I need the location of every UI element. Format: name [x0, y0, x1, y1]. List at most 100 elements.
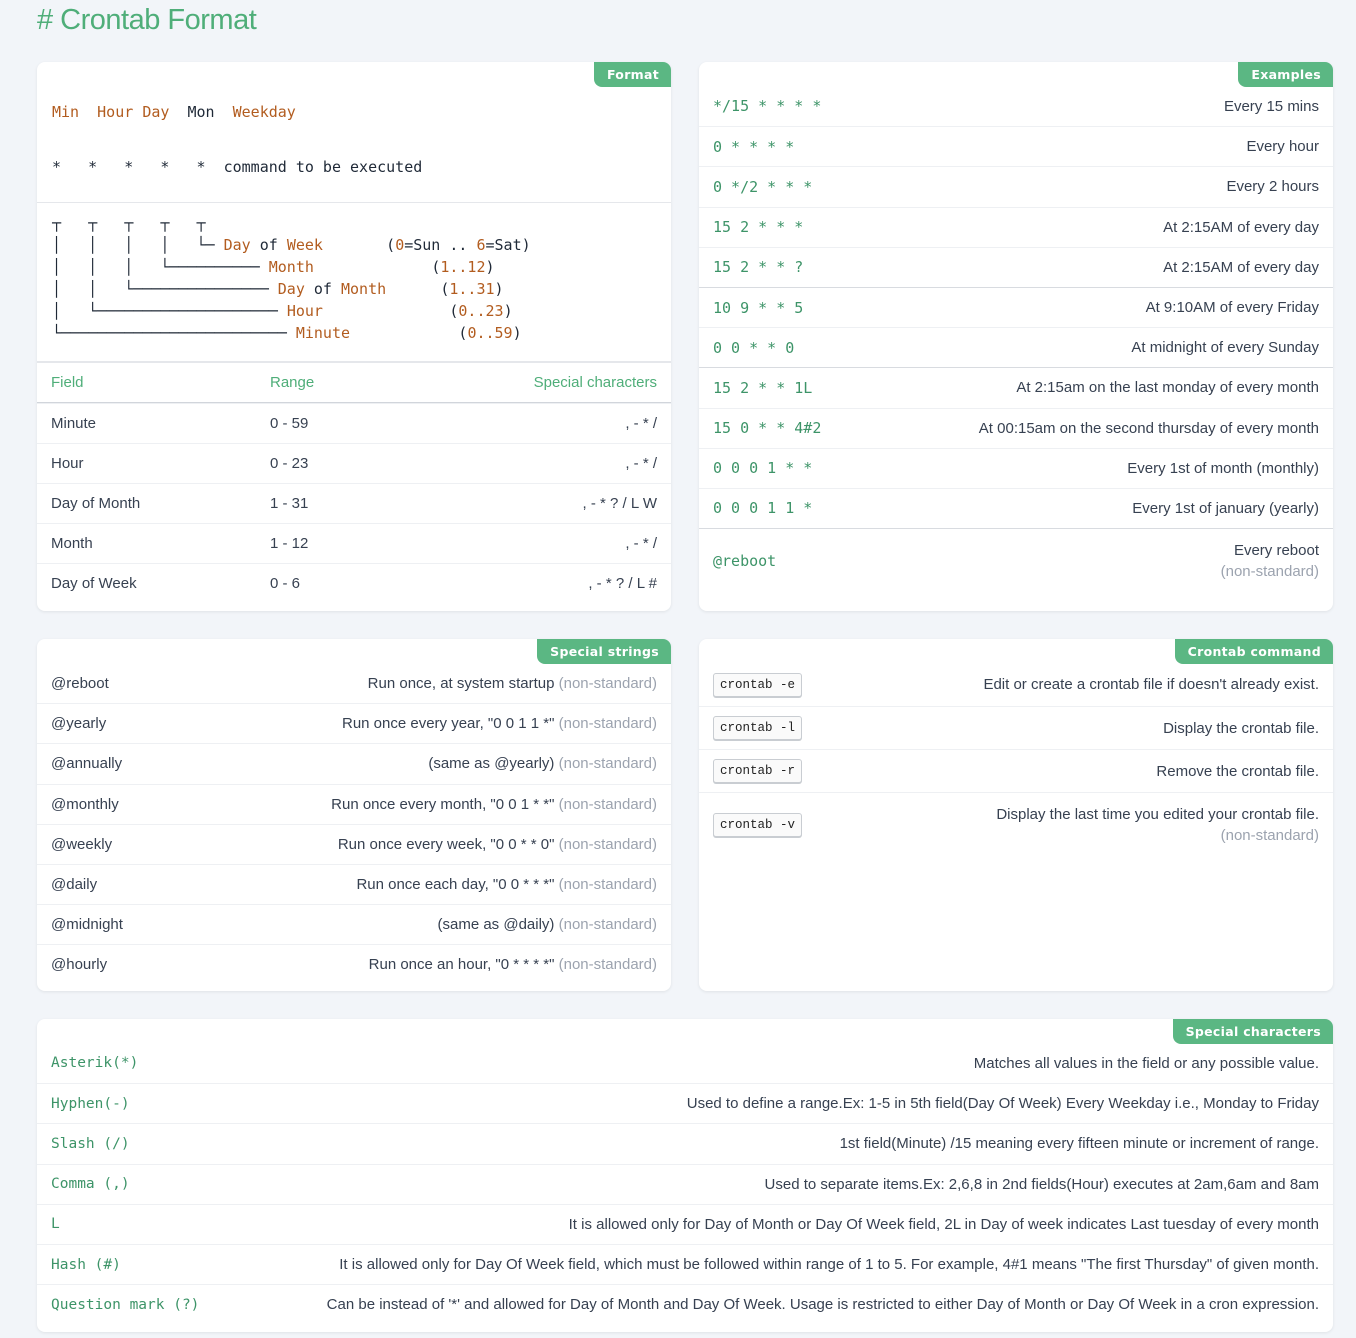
field-range: 1 - 12	[270, 535, 309, 552]
special-char-row: Slash (/) 1st field(Minute) /15 meaning e…	[37, 1123, 1333, 1163]
special-char-name: Hash (#)	[51, 1256, 121, 1273]
special-char-name: Comma (,)	[51, 1176, 130, 1193]
tree-label: Day of Month	[277, 280, 387, 298]
format-tree: ┬ ┬ ┬ ┬ ┬ │ │ │ │ └─ Day of Week (0=Sun .…	[52, 212, 531, 344]
special-strings-badge: Special strings	[537, 639, 671, 664]
special-char-desc: It is allowed only for Day Of Week field…	[339, 1256, 1319, 1274]
non-standard-note: (non-standard)	[558, 835, 657, 853]
example-row: 15 2 * * * At 2:15AM of every day	[699, 206, 1333, 247]
special-string-name: @yearly	[51, 715, 107, 733]
tree-connector: │ └────────────────────	[52, 302, 287, 320]
header-min: Min	[52, 103, 80, 121]
header-range: Range	[270, 374, 315, 391]
non-standard-note: (non-standard)	[558, 795, 657, 813]
tree-label: Minute	[295, 324, 351, 342]
header-field: Field	[51, 374, 84, 391]
tree-label: Month	[268, 258, 314, 276]
tree-line: ┬ ┬ ┬ ┬ ┬	[52, 212, 531, 234]
special-string-desc: Run once each day, "0 0 * * *"	[356, 876, 555, 894]
fields-table-header: Field Range Special characters	[37, 363, 671, 403]
special-string-name: @reboot	[51, 674, 109, 692]
table-row: Hour 0 - 23 , - * /	[37, 443, 671, 483]
header-mon: Mon	[187, 103, 215, 121]
special-string-desc: Run once an hour, "0 * * * *"	[368, 956, 555, 974]
field-range: 0 - 23	[270, 455, 309, 472]
example-row: 10 9 * * 5 At 9:10AM of every Friday	[699, 286, 1333, 327]
special-char-desc: Used to separate items.Ex: 2,6,8 in 2nd …	[764, 1175, 1319, 1193]
field-special: , - * ? / L W	[582, 495, 657, 512]
cron-expression: 10 9 * * 5	[713, 298, 804, 317]
example-description: At midnight of every Sunday	[1131, 339, 1319, 357]
example-description: At 2:15AM of every day	[1163, 218, 1319, 236]
special-char-row: Hash (#) It is allowed only for Day Of We…	[37, 1243, 1333, 1284]
cron-expression: 15 0 * * 4#2	[713, 419, 822, 438]
tree-label: Day of Week	[223, 236, 323, 254]
examples-card: Examples */15 * * * * Every 15 mins 0 * *…	[699, 62, 1333, 611]
command-description: Remove the crontab file.	[1156, 762, 1319, 780]
example-row: 15 2 * * 1L At 2:15am on the last monday …	[699, 367, 1333, 407]
header-weekday: Weekday	[232, 103, 296, 121]
cron-expression: 0 0 0 1 * *	[713, 459, 813, 478]
example-description: Every 1st of january (yearly)	[1132, 499, 1319, 517]
special-char-desc: Used to define a range.Ex: 1-5 in 5th fi…	[686, 1095, 1319, 1113]
command-text: command to be executed	[223, 158, 423, 176]
non-standard-note: (non-standard)	[558, 715, 657, 733]
stars: * * * * *	[52, 158, 206, 176]
special-char-row: Question mark (?) Can be instead of '*' a…	[37, 1284, 1333, 1324]
field-range: 0 - 59	[270, 415, 309, 432]
field-range: 0 - 6	[270, 575, 301, 592]
example-description: At 2:15AM of every day	[1163, 258, 1319, 276]
header-special-characters: Special characters	[533, 374, 657, 391]
cron-expression: 0 * * * *	[713, 137, 795, 156]
field-name: Hour	[51, 455, 84, 472]
format-badge: Format	[593, 62, 671, 87]
tree-range: (1..12)	[431, 258, 495, 276]
special-string-desc: (same as @daily)	[437, 916, 555, 934]
crontab-command-badge: Crontab command	[1174, 639, 1333, 664]
format-card: Format Min Hour Day Mon Weekday * * * * …	[37, 62, 671, 611]
example-row: 0 0 0 1 * * Every 1st of month (monthly)	[699, 447, 1333, 488]
tree-connector: ┬ ┬ ┬ ┬ ┬	[52, 214, 206, 232]
special-char-desc: Matches all values in the field or any p…	[973, 1054, 1319, 1072]
crontab-command-card: Crontab command crontab -e Edit or create…	[699, 639, 1333, 991]
fields-table: Field Range Special characters Minute 0 -…	[37, 363, 671, 603]
example-description: At 9:10AM of every Friday	[1145, 299, 1319, 317]
examples-list: */15 * * * * Every 15 mins 0 * * * * Every…	[699, 86, 1333, 592]
special-char-desc: Can be instead of '*' and allowed for Da…	[326, 1296, 1319, 1314]
tree-label: Hour	[286, 302, 323, 320]
field-name: Day of Month	[51, 495, 141, 512]
special-characters-card: Special characters Asterik(*) Matches all…	[37, 1019, 1333, 1332]
tree-range: (0..23)	[449, 302, 513, 320]
command-key: crontab -r	[713, 759, 803, 783]
command-row: crontab -l Display the crontab file.	[699, 706, 1333, 749]
example-row: 0 0 * * 0 At midnight of every Sunday	[699, 327, 1333, 367]
special-string-row: @yearly Run once every year, "0 0 1 1 *" …	[37, 703, 671, 743]
special-char-name: Question mark (?)	[51, 1296, 200, 1313]
crontab-command-list: crontab -e Edit or create a crontab file …	[699, 663, 1333, 856]
example-row: 0 */2 * * * Every 2 hours	[699, 166, 1333, 206]
special-string-row: @daily Run once each day, "0 0 * * *" (no…	[37, 863, 671, 904]
tree-line: │ │ └─────────────── Day of Month (1..31…	[52, 278, 531, 300]
field-special: , - * /	[625, 455, 657, 472]
non-standard-note: (non-standard)	[558, 876, 657, 894]
example-description: At 00:15am on the second thursday of eve…	[978, 419, 1319, 437]
command-key: crontab -e	[713, 672, 803, 697]
special-char-name: Hyphen(-)	[51, 1095, 130, 1112]
tree-line: │ └──────────────────── Hour (0..23)	[52, 300, 531, 322]
special-string-row: @hourly Run once an hour, "0 * * * *" (no…	[37, 944, 671, 984]
field-name: Month	[51, 535, 93, 552]
examples-badge: Examples	[1238, 62, 1333, 87]
special-string-name: @daily	[51, 876, 98, 894]
example-row: 0 0 0 1 1 * Every 1st of january (yearly)	[699, 487, 1333, 528]
special-string-desc: Run once every week, "0 0 * * 0"	[337, 835, 555, 853]
table-row: Day of Month 1 - 31 , - * ? / L W	[37, 483, 671, 523]
table-row: Day of Week 0 - 6 , - * ? / L #	[37, 563, 671, 603]
special-char-row: Comma (,) Used to separate items.Ex: 2,6,…	[37, 1163, 1333, 1204]
field-range: 1 - 31	[270, 495, 309, 512]
example-row: 15 0 * * 4#2 At 00:15am on the second thu…	[699, 407, 1333, 448]
example-description: Every 1st of month (monthly)	[1127, 459, 1319, 477]
non-standard-note: (non-standard)	[558, 755, 657, 773]
cron-expression: 0 0 0 1 1 *	[713, 499, 813, 518]
table-row: Month 1 - 12 , - * /	[37, 523, 671, 563]
format-stars-line: * * * * * command to be executed	[52, 158, 422, 176]
